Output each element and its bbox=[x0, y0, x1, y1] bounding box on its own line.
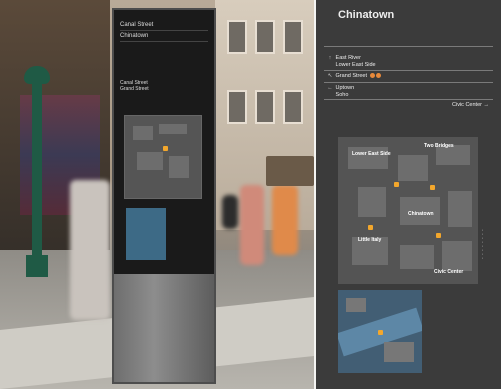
blurred-pedestrian bbox=[70, 180, 110, 320]
direction-line: Uptown bbox=[335, 85, 355, 91]
kiosk-header-line: Canal Street bbox=[120, 20, 208, 31]
map-label: Little Italy bbox=[358, 237, 382, 243]
direction-line: Soho bbox=[335, 92, 349, 98]
kiosk-directions: Canal Street Grand Street bbox=[120, 80, 149, 92]
divider bbox=[324, 82, 493, 83]
direction-line: Grand Street bbox=[335, 73, 368, 79]
kiosk-direction: Grand Street bbox=[120, 86, 149, 92]
panel-title: Chinatown bbox=[338, 9, 395, 21]
map-label: Chinatown bbox=[408, 211, 434, 217]
blurred-pedestrian bbox=[272, 185, 298, 255]
map-legend: ▪ ▪ ▪ ▪ ▪ ▪ ▪ ▪ bbox=[482, 228, 484, 260]
neighborhood-map: Lower East Side Two Bridges Chinatown Li… bbox=[338, 137, 478, 284]
kiosk-base bbox=[114, 274, 214, 382]
subway-badge-icon bbox=[369, 73, 375, 79]
food-cart bbox=[266, 156, 314, 186]
kiosk-inset-map bbox=[126, 208, 166, 260]
wayfinding-kiosk: Canal Street Chinatown Canal Street Gran… bbox=[112, 8, 216, 384]
direction-row: ← Uptown Soho bbox=[326, 85, 491, 99]
blurred-pedestrian bbox=[240, 185, 264, 265]
map-label: Two Bridges bbox=[424, 143, 454, 149]
kiosk-header: Canal Street Chinatown bbox=[120, 20, 208, 80]
divider bbox=[324, 70, 493, 71]
civic-center-label: Civic Center → bbox=[452, 102, 489, 108]
arrow-up-icon: ↑ bbox=[328, 55, 332, 61]
direction-row: ↖ Grand Street bbox=[326, 73, 491, 80]
direction-row: ↑ East River Lower East Side bbox=[326, 55, 491, 69]
divider bbox=[324, 99, 493, 100]
direction-line: Lower East Side bbox=[335, 62, 376, 68]
map-label: Civic Center bbox=[434, 269, 464, 275]
map-label: Lower East Side bbox=[352, 151, 391, 157]
arrow-left-icon: ← bbox=[327, 85, 333, 91]
divider bbox=[324, 46, 493, 47]
overview-map bbox=[338, 290, 422, 373]
street-lamp-base bbox=[26, 255, 48, 277]
street-photo: Canal Street Chinatown Canal Street Gran… bbox=[0, 0, 314, 389]
direction-line: East River bbox=[335, 55, 361, 61]
seated-person bbox=[222, 195, 238, 229]
arrow-up-left-icon: ↖ bbox=[327, 73, 333, 79]
kiosk-map bbox=[124, 115, 202, 199]
subway-badge-icon bbox=[375, 73, 381, 79]
kiosk-header-line: Chinatown bbox=[120, 31, 208, 42]
signage-panel: Chinatown ↑ East River Lower East Side ↖… bbox=[316, 0, 501, 389]
street-lamp-post bbox=[32, 70, 42, 270]
